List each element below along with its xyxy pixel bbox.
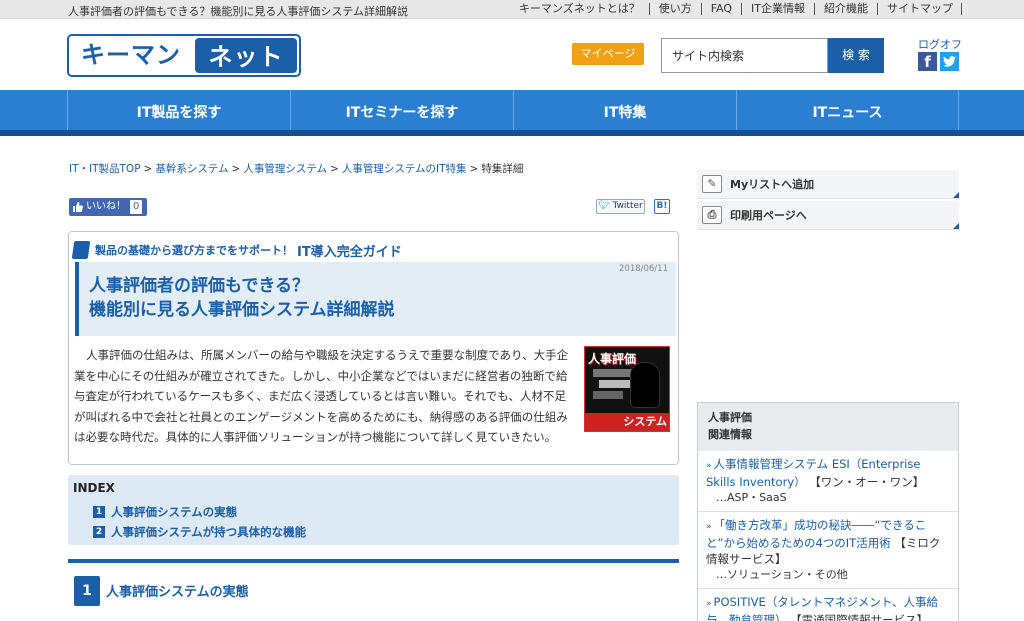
breadcrumb: IT・IT製品TOP > 基幹系システム > 人事管理システム > 人事管理システムのIT特… bbox=[69, 163, 524, 175]
index-item[interactable]: 2 人事評価システムが持つ具体的な機能 bbox=[93, 524, 306, 540]
top-link-it-companies[interactable]: IT企業情報 bbox=[742, 3, 815, 15]
top-link-faq[interactable]: FAQ bbox=[702, 3, 743, 15]
index-label: 人事評価システムが持つ具体的な機能 bbox=[111, 525, 307, 539]
site-logo[interactable]: キーマンズ ネット bbox=[67, 34, 301, 77]
section-title: 人事評価システムの実態 bbox=[106, 585, 249, 600]
twitter-share-button[interactable]: 🐦︎ Twitter bbox=[596, 199, 645, 214]
site-search-input[interactable] bbox=[661, 38, 828, 73]
related-item-category: …ソリューション・その他 bbox=[716, 568, 848, 581]
add-to-mylist-label: Myリストへ追加 bbox=[730, 178, 815, 191]
guide-banner: 製品の基礎から選び方までをサポート！ IT導入完全ガイド bbox=[71, 240, 402, 260]
index-item[interactable]: 1 人事評価システムの実態 bbox=[93, 504, 237, 520]
related-item: POSITIVE（タレントマネジメント、人事給与、勤怠管理） 【電通国際情報サー… bbox=[698, 589, 958, 621]
thumbs-up-icon bbox=[73, 202, 83, 212]
section-divider bbox=[68, 559, 679, 563]
logo-text-left: キーマンズ bbox=[69, 36, 193, 75]
guide-subtitle: 製品の基礎から選び方までをサポート！ bbox=[95, 244, 293, 257]
facebook-icon[interactable]: f bbox=[918, 52, 937, 71]
related-info-panel: 人事評価 関連情報 人事情報管理システム ESI（Enterprise Skil… bbox=[697, 402, 959, 621]
page-tagline: 人事評価者の評価もできる？機能別に見る人事評価システム詳細解説 bbox=[68, 5, 409, 18]
index-label: 人事評価システムの実態 bbox=[111, 505, 238, 519]
hatena-bookmark-button[interactable]: B! bbox=[654, 199, 670, 214]
nav-it-products[interactable]: IT製品を探す bbox=[67, 90, 290, 130]
breadcrumb-item[interactable]: 基幹系システム bbox=[155, 163, 228, 175]
printer-icon: ⎙ bbox=[702, 206, 722, 224]
like-count: 0 bbox=[130, 200, 143, 214]
top-bar: 人事評価者の評価もできる？機能別に見る人事評価システム詳細解説 キーマンズネット… bbox=[0, 0, 1024, 19]
related-info-title: 人事評価 関連情報 bbox=[698, 403, 958, 451]
article-box: 製品の基礎から選び方までをサポート！ IT導入完全ガイド 2018/06/11 … bbox=[68, 231, 679, 465]
related-item-vendor: 【電通国際情報サービス】 bbox=[790, 613, 929, 621]
related-title-line2: 関連情報 bbox=[708, 428, 752, 441]
mypage-button[interactable]: マイページ bbox=[572, 43, 644, 65]
related-item-category: …ASP・SaaS bbox=[716, 491, 787, 504]
guide-book-icon bbox=[71, 241, 91, 259]
breadcrumb-current: 特集詳細 bbox=[481, 163, 524, 175]
top-link-sitemap[interactable]: サイトマップ bbox=[878, 3, 962, 15]
nav-it-news[interactable]: ITニュース bbox=[736, 90, 959, 130]
related-item-vendor: 【ワン・オー・ワン】 bbox=[809, 475, 925, 489]
index-title: INDEX bbox=[73, 481, 115, 495]
nav-it-seminars[interactable]: ITセミナーを探す bbox=[290, 90, 513, 130]
article-title-line2: 機能別に見る人事評価システム詳細解説 bbox=[89, 300, 395, 320]
main-nav: IT製品を探す ITセミナーを探す IT特集 ITニュース bbox=[0, 90, 1024, 136]
top-link-about[interactable]: キーマンズネットとは？ bbox=[510, 3, 650, 15]
related-title-line1: 人事評価 bbox=[708, 411, 752, 424]
article-date: 2018/06/11 bbox=[619, 264, 668, 274]
related-item: 「働き方改革」成功の秘訣――“できること”から始めるための4つのIT活用術 【ミ… bbox=[698, 512, 958, 589]
top-link-referral[interactable]: 紹介機能 bbox=[815, 3, 878, 15]
nav-it-features[interactable]: IT特集 bbox=[513, 90, 736, 130]
top-nav: キーマンズネットとは？ 使い方 FAQ IT企業情報 紹介機能 サイトマップ bbox=[510, 3, 962, 15]
logo-text-right: ネット bbox=[195, 38, 297, 73]
breadcrumb-item[interactable]: IT・IT製品TOP bbox=[69, 163, 141, 175]
section-number: 1 bbox=[74, 576, 100, 606]
article-thumbnail: 人事評価 システム bbox=[584, 346, 670, 432]
article-intro: 人事評価の仕組みは、所属メンバーの給与や職級を決定するうえで重要な制度であり、大… bbox=[74, 348, 569, 444]
print-page-label: 印刷用ページへ bbox=[730, 209, 807, 222]
logoff-link[interactable]: ログオフ bbox=[918, 36, 962, 52]
index-box: INDEX 1 人事評価システムの実態 2 人事評価システムが持つ具体的な機能 bbox=[68, 475, 679, 545]
index-number: 2 bbox=[93, 526, 105, 538]
index-number: 1 bbox=[93, 506, 105, 518]
breadcrumb-item[interactable]: 人事管理システム bbox=[243, 163, 327, 175]
article-title: 人事評価者の評価もできる？ 機能別に見る人事評価システム詳細解説 bbox=[89, 274, 395, 322]
like-label: いいね！ bbox=[86, 201, 126, 212]
pencil-icon: ✎ bbox=[702, 175, 722, 193]
thumbnail-title: 人事評価 bbox=[588, 352, 637, 366]
article-title-line1: 人事評価者の評価もできる？ bbox=[89, 276, 309, 296]
article-title-box: 2018/06/11 人事評価者の評価もできる？ 機能別に見る人事評価システム詳… bbox=[75, 262, 676, 336]
breadcrumb-item[interactable]: 人事管理システムのIT特集 bbox=[342, 163, 467, 175]
print-page-button[interactable]: ⎙ 印刷用ページへ bbox=[697, 201, 959, 230]
search-button[interactable]: 検 索 bbox=[828, 38, 884, 73]
guide-title: IT導入完全ガイド bbox=[297, 244, 402, 260]
facebook-like-button[interactable]: いいね！ 0 bbox=[69, 198, 148, 216]
related-item: 人事情報管理システム ESI（Enterprise Skills Invento… bbox=[698, 451, 958, 512]
twitter-share-label: Twitter bbox=[612, 201, 643, 211]
top-link-howto[interactable]: 使い方 bbox=[650, 3, 702, 15]
thumbnail-caption: システム bbox=[585, 413, 669, 431]
person-silhouette-icon bbox=[631, 363, 659, 407]
add-to-mylist-button[interactable]: ✎ Myリストへ追加 bbox=[697, 170, 959, 199]
twitter-icon[interactable] bbox=[940, 52, 959, 71]
